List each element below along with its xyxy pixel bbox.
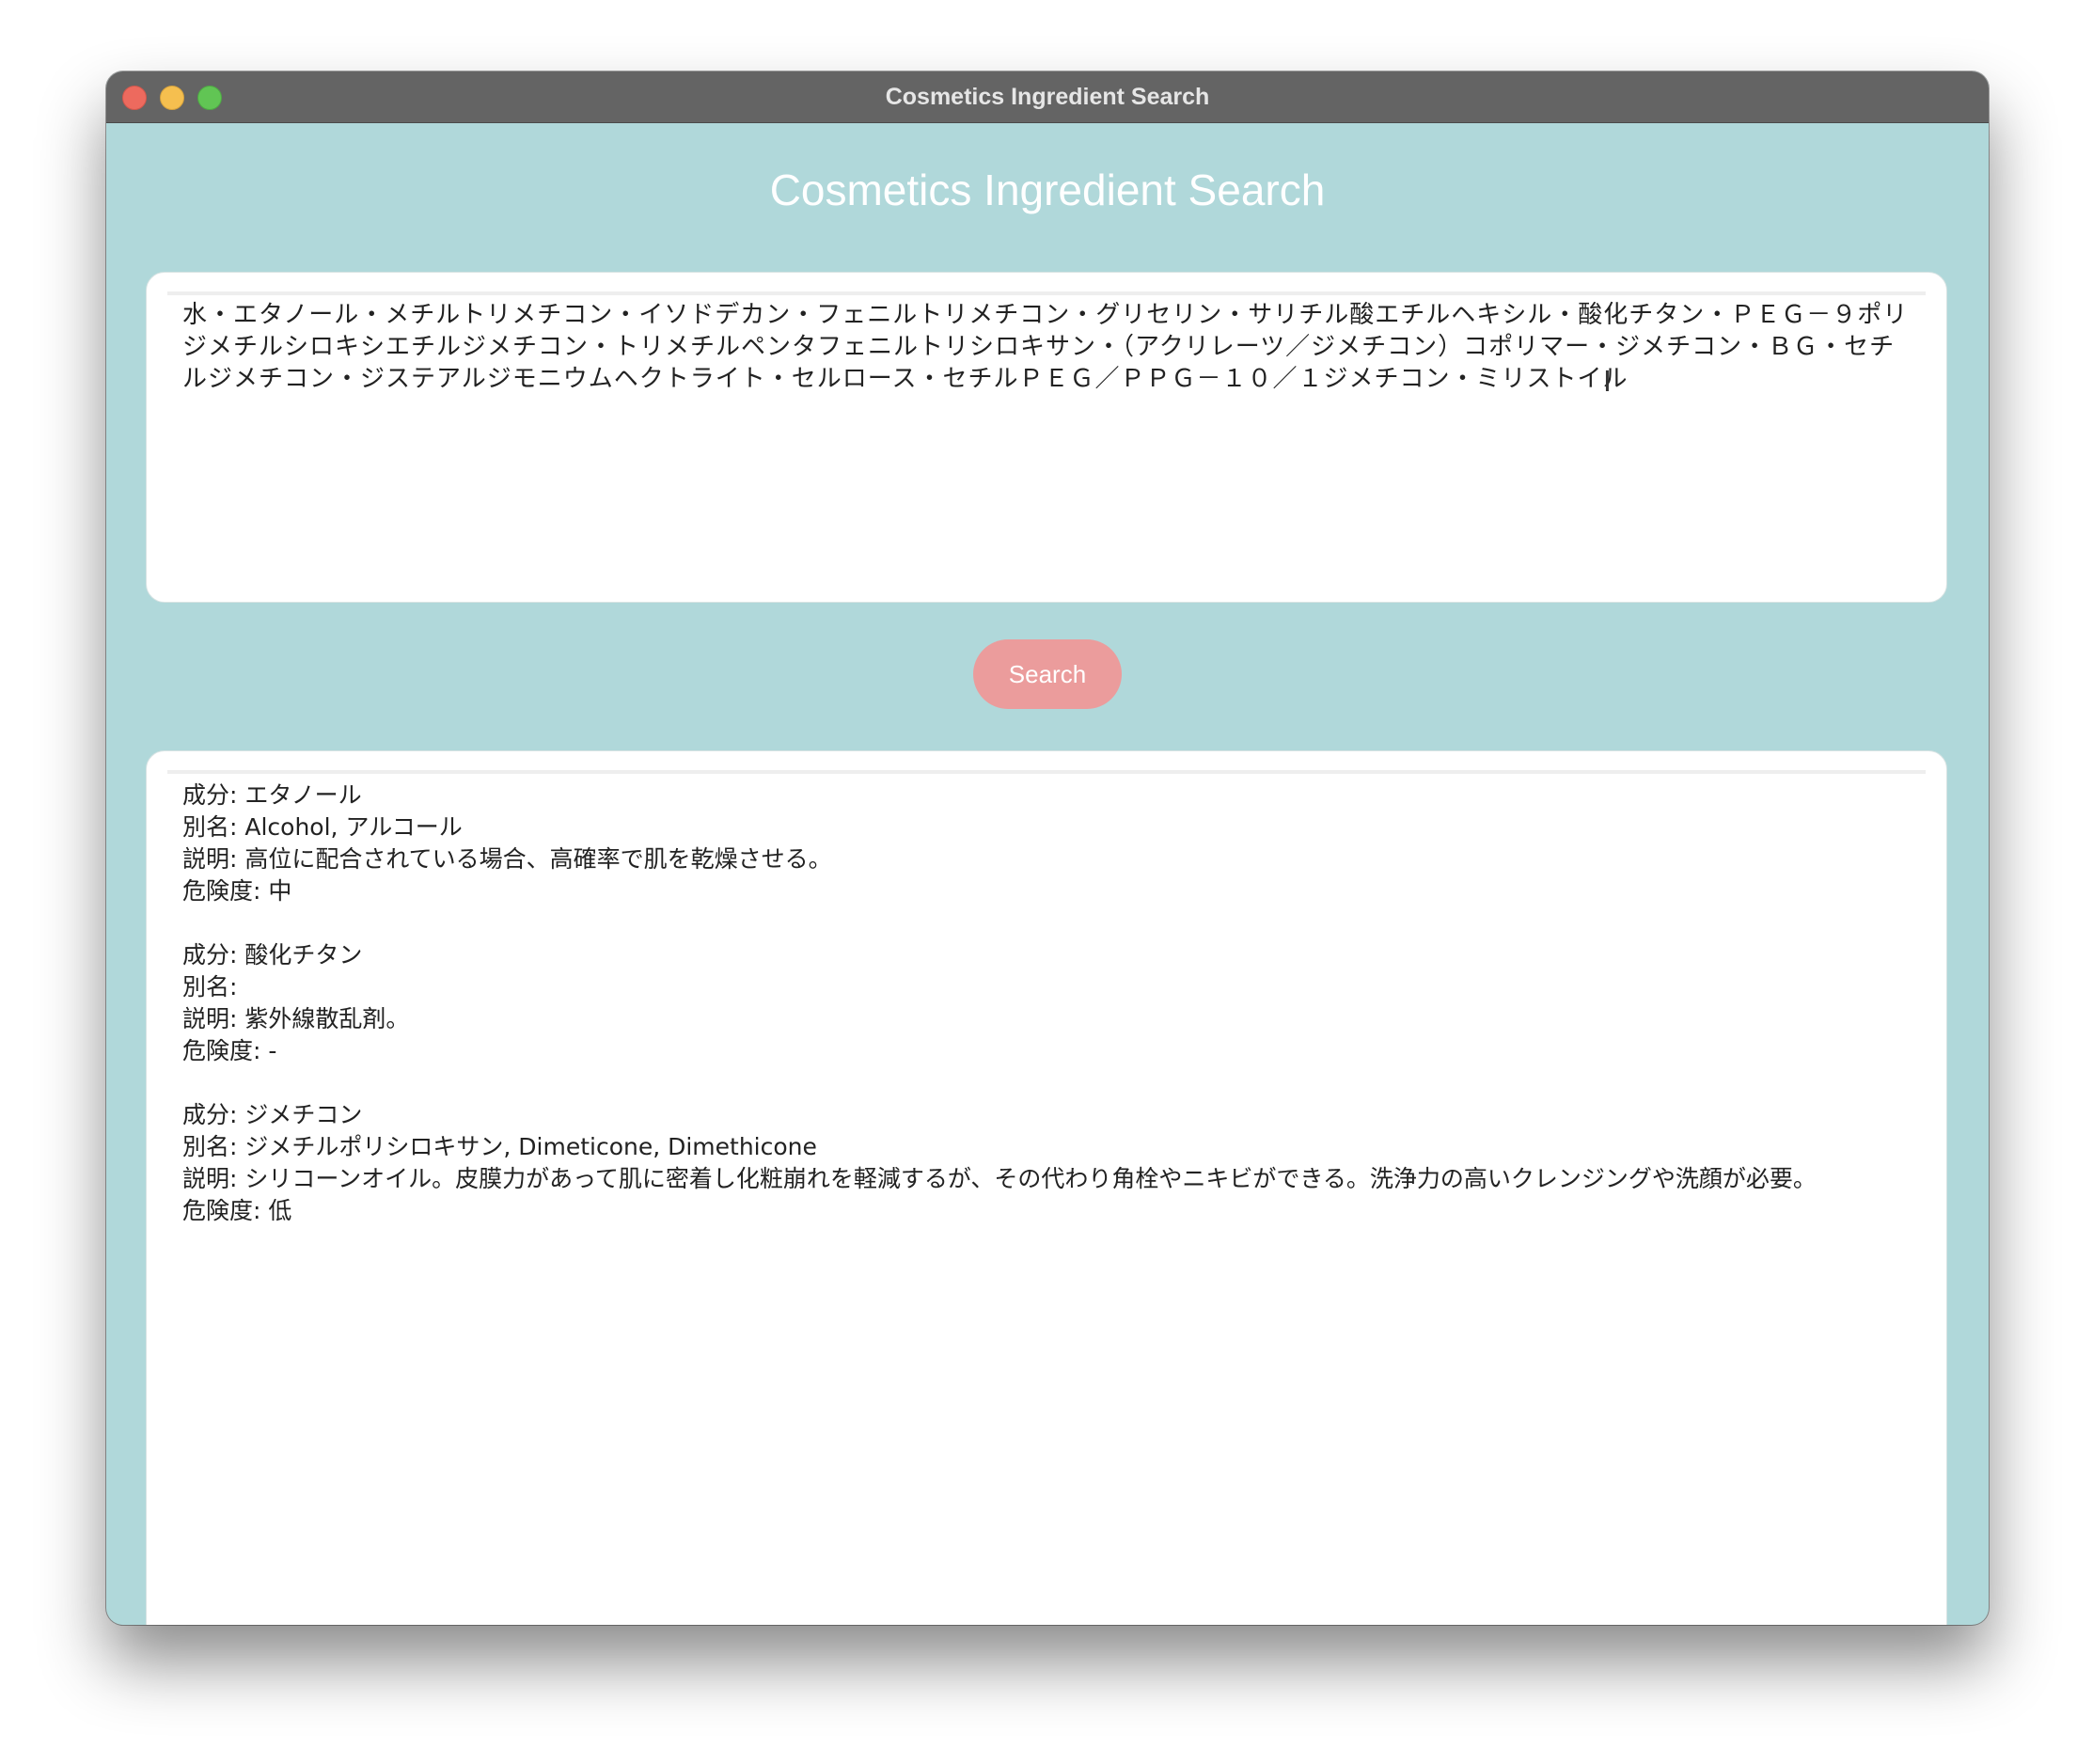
result-item: 成分: エタノール 別名: Alcohol, アルコール 説明: 高位に配合され… (182, 780, 1931, 907)
results-list: 成分: エタノール 別名: Alcohol, アルコール 説明: 高位に配合され… (182, 780, 1931, 1259)
result-aliases: 別名: (182, 973, 238, 1000)
result-risk: 危険度: - (182, 1037, 277, 1064)
ingredients-input-area[interactable]: 水・エタノール・メチルトリメチコン・イソドデカン・フェニルトリメチコン・グリセリ… (146, 272, 1947, 603)
ingredients-input-text[interactable]: 水・エタノール・メチルトリメチコン・イソドデカン・フェニルトリメチコン・グリセリ… (182, 299, 1912, 395)
page-title: Cosmetics Ingredient Search (769, 165, 1326, 214)
result-risk: 危険度: 低 (182, 1197, 292, 1224)
result-description: 説明: 高位に配合されている場合、高確率で肌を乾燥させる。 (182, 845, 832, 873)
result-description: 説明: 紫外線散乱剤。 (182, 1005, 410, 1032)
result-ingredient: 成分: 酸化チタン (182, 941, 363, 969)
result-description: 説明: シリコーンオイル。皮膜力があって肌に密着し化粧崩れを軽減するが、その代わ… (182, 1165, 1817, 1192)
app-window: Cosmetics Ingredient Search Cosmetics In… (106, 71, 1989, 1625)
result-aliases: 別名: Alcohol, アルコール (182, 813, 463, 841)
text-cursor-icon: I (1603, 366, 1612, 399)
search-button[interactable]: Search (973, 639, 1122, 709)
result-item: 成分: ジメチコン 別名: ジメチルポリシロキサン, Dimeticone, D… (182, 1099, 1931, 1227)
title-bar[interactable]: Cosmetics Ingredient Search (106, 71, 1989, 123)
window-title: Cosmetics Ingredient Search (885, 84, 1210, 110)
result-item: 成分: 酸化チタン 別名: 説明: 紫外線散乱剤。 危険度: - (182, 939, 1931, 1067)
result-ingredient: 成分: エタノール (182, 781, 362, 809)
result-aliases: 別名: ジメチルポリシロキサン, Dimeticone, Dimethicone (182, 1133, 817, 1160)
results-output-area[interactable]: 成分: エタノール 別名: Alcohol, アルコール 説明: 高位に配合され… (146, 750, 1947, 1625)
result-risk: 危険度: 中 (182, 877, 292, 905)
result-ingredient: 成分: ジメチコン (182, 1101, 363, 1128)
